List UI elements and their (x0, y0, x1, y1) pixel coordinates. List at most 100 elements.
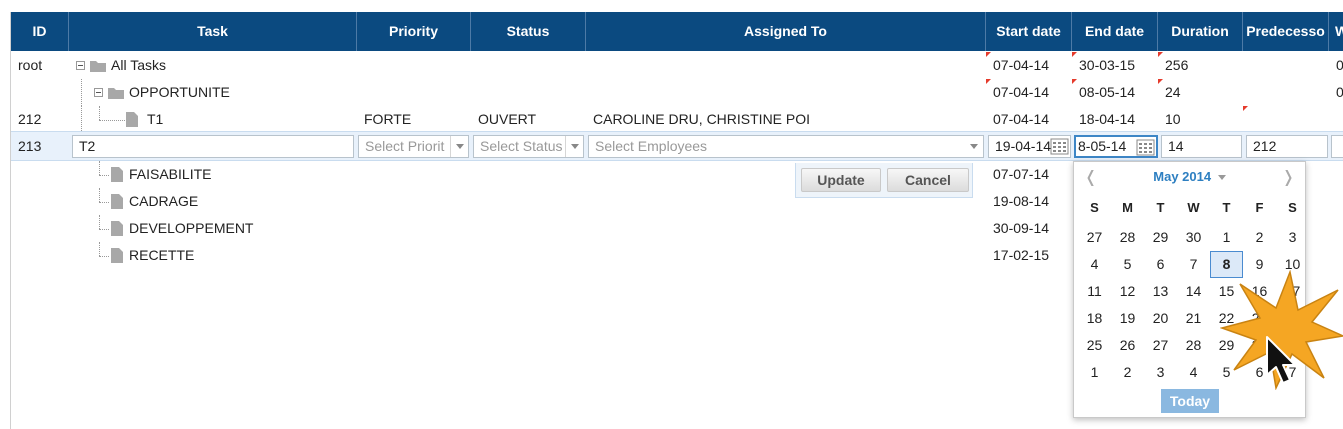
task-name: OPPORTUNITE (129, 84, 230, 100)
calendar-day[interactable]: 26 (1111, 332, 1144, 359)
calendar-day[interactable]: 14 (1177, 278, 1210, 305)
row-id: 212 (18, 111, 42, 127)
duration-cell: 256 (1158, 52, 1243, 79)
calendar-day[interactable]: 3 (1276, 224, 1309, 251)
calendar-day[interactable]: 30 (1177, 224, 1210, 251)
calendar-day[interactable]: 2 (1243, 224, 1276, 251)
collapse-icon[interactable] (94, 88, 103, 97)
column-header-status[interactable]: Status (471, 12, 586, 51)
collapse-icon[interactable] (76, 61, 85, 70)
calendar-day[interactable]: 28 (1177, 332, 1210, 359)
w-input[interactable] (1331, 135, 1343, 158)
weekday-label: T (1222, 200, 1231, 215)
caret-down-icon (1217, 175, 1226, 181)
end-date-cell: 08-05-14 (1072, 79, 1158, 106)
calendar-day[interactable]: 21 (1177, 305, 1210, 332)
calendar-icon[interactable] (1050, 137, 1069, 156)
calendar-day[interactable]: 4 (1078, 251, 1111, 278)
modified-flag-icon (986, 79, 991, 84)
tree-line (99, 106, 100, 120)
table-row[interactable]: root All Tasks 07-04-14 30-03-15 256 0 (11, 52, 1343, 79)
cursor-arrow-icon (1266, 336, 1296, 384)
status-select[interactable]: Select Status (473, 135, 584, 158)
column-header-start-date[interactable]: Start date (986, 12, 1072, 51)
calendar-day[interactable]: 11 (1078, 278, 1111, 305)
weekday-label: T (1156, 200, 1165, 215)
w-cell: 0 (1329, 79, 1343, 106)
column-header-w[interactable]: W (1329, 12, 1343, 51)
assigned-cell: CAROLINE DRU, CHRISTINE POI (593, 111, 811, 127)
column-header-duration[interactable]: Duration (1158, 12, 1243, 51)
end-date-input[interactable]: 8-05-14 (1074, 135, 1158, 158)
weekday-label: F (1255, 200, 1264, 215)
calendar-day[interactable]: 6 (1144, 251, 1177, 278)
calendar-day[interactable]: 5 (1111, 251, 1144, 278)
column-header-priority[interactable]: Priority (357, 12, 471, 51)
calendar-day[interactable]: 7 (1177, 251, 1210, 278)
predecessors-input[interactable]: 212 (1246, 135, 1328, 158)
month-title[interactable]: May 2014 (1074, 169, 1305, 184)
duration-input[interactable]: 14 (1161, 135, 1242, 158)
chevron-down-icon[interactable] (565, 136, 583, 157)
chevron-down-icon[interactable] (450, 136, 468, 157)
calendar-day[interactable]: 2 (1111, 359, 1144, 386)
start-date-cell: 07-04-14 (986, 79, 1072, 106)
cancel-button[interactable]: Cancel (887, 168, 969, 192)
calendar-day[interactable]: 1 (1078, 359, 1111, 386)
column-header-id[interactable]: ID (11, 12, 69, 51)
chevron-down-icon[interactable] (965, 136, 983, 157)
tree-line (99, 120, 125, 121)
calendar-day[interactable]: 18 (1078, 305, 1111, 332)
task-name: T1 (147, 111, 164, 127)
start-date-cell: 19-08-14 (993, 193, 1050, 209)
calendar-day[interactable]: 4 (1177, 359, 1210, 386)
calendar-icon[interactable] (1136, 138, 1155, 157)
modified-flag-icon (1072, 52, 1077, 57)
calendar-day[interactable]: 3 (1144, 359, 1177, 386)
priority-cell: FORTE (364, 111, 412, 127)
calendar-day[interactable]: 12 (1111, 278, 1144, 305)
employees-select[interactable]: Select Employees (588, 135, 984, 158)
tree-line (99, 175, 109, 176)
duration-cell: 24 (1158, 79, 1243, 106)
date-picker-header: ❬ May 2014 ❭ (1074, 162, 1305, 192)
row-id: root (18, 57, 43, 73)
next-month-icon[interactable]: ❭ (1282, 167, 1295, 187)
calendar-day[interactable]: 19 (1111, 305, 1144, 332)
duration-cell: 10 (1165, 111, 1181, 127)
tree-line (99, 161, 100, 175)
today-button[interactable]: Today (1161, 389, 1219, 413)
start-date-input[interactable]: 19-04-14 (988, 135, 1071, 158)
column-header-task[interactable]: Task (69, 12, 357, 51)
modified-flag-icon (1158, 52, 1163, 57)
calendar-day[interactable]: 1 (1210, 224, 1243, 251)
column-header-assigned-to[interactable]: Assigned To (586, 12, 986, 51)
update-button[interactable]: Update (801, 168, 881, 192)
column-header-end-date[interactable]: End date (1072, 12, 1158, 51)
grid-header: ID Task Priority Status Assigned To Star… (11, 12, 1343, 51)
priority-select[interactable]: Select Priorit (358, 135, 469, 158)
column-header-predecessors[interactable]: Predecesso (1243, 12, 1329, 51)
tree-line (99, 229, 109, 230)
calendar-day[interactable]: 27 (1078, 224, 1111, 251)
calendar-day[interactable]: 13 (1144, 278, 1177, 305)
calendar-day[interactable]: 27 (1144, 332, 1177, 359)
weekday-label: W (1187, 200, 1200, 215)
table-row[interactable]: OPPORTUNITE 07-04-14 08-05-14 24 0 (11, 79, 1343, 106)
modified-flag-icon (1243, 106, 1248, 111)
calendar-day[interactable]: 20 (1144, 305, 1177, 332)
calendar-day[interactable]: 29 (1144, 224, 1177, 251)
calendar-day[interactable]: 28 (1111, 224, 1144, 251)
task-name: CADRAGE (129, 193, 199, 209)
start-date-cell: 07-07-14 (993, 166, 1050, 182)
tree-line (99, 202, 109, 203)
edit-row[interactable]: 213 T2 Select Priorit Select Status Sele… (11, 131, 1343, 161)
start-date-cell: 07-04-14 (986, 52, 1072, 79)
start-date-cell: 17-02-15 (993, 247, 1050, 263)
table-row[interactable]: 212 T1 FORTE OUVERT CAROLINE DRU, CHRIST… (11, 106, 1343, 133)
tree-line (81, 106, 82, 133)
start-date-cell: 07-04-14 (993, 111, 1050, 127)
end-date-cell: 18-04-14 (1079, 111, 1136, 127)
task-input[interactable]: T2 (72, 135, 354, 158)
calendar-day[interactable]: 25 (1078, 332, 1111, 359)
